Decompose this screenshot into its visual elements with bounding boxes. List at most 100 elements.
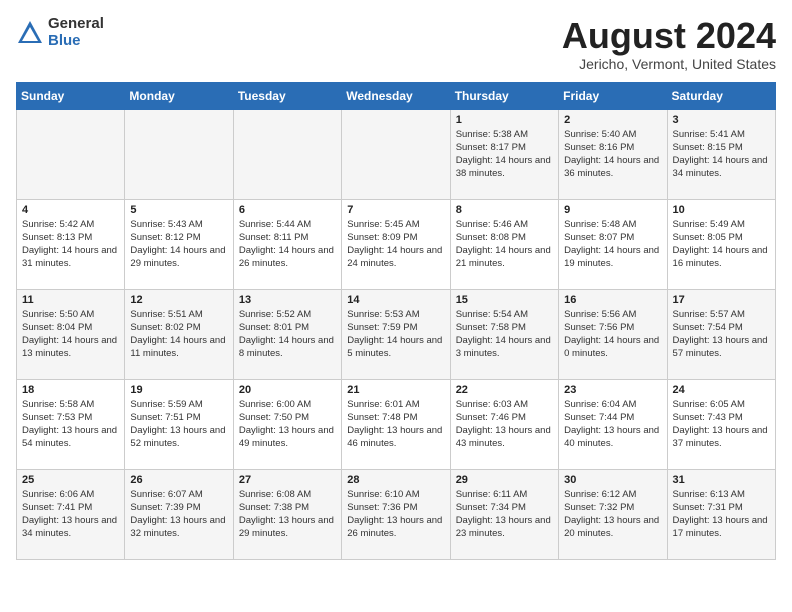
header-day-thursday: Thursday [450, 82, 558, 109]
day-number: 28 [347, 474, 444, 486]
calendar-header: SundayMondayTuesdayWednesdayThursdayFrid… [17, 82, 776, 109]
cell-content: Sunrise: 5:44 AM Sunset: 8:11 PM Dayligh… [239, 218, 336, 271]
cell-content: Sunrise: 5:43 AM Sunset: 8:12 PM Dayligh… [130, 218, 227, 271]
day-number: 7 [347, 204, 444, 216]
week-row-4: 18 Sunrise: 5:58 AM Sunset: 7:53 PM Dayli… [17, 379, 776, 469]
cell-content: Sunrise: 5:57 AM Sunset: 7:54 PM Dayligh… [673, 308, 770, 361]
calendar-cell: 20 Sunrise: 6:00 AM Sunset: 7:50 PM Dayli… [233, 379, 341, 469]
day-number: 8 [456, 204, 553, 216]
calendar-cell: 7 Sunrise: 5:45 AM Sunset: 8:09 PM Daylig… [342, 199, 450, 289]
day-number: 10 [673, 204, 770, 216]
day-number: 30 [564, 474, 661, 486]
cell-content: Sunrise: 5:49 AM Sunset: 8:05 PM Dayligh… [673, 218, 770, 271]
header-day-wednesday: Wednesday [342, 82, 450, 109]
calendar-cell [342, 109, 450, 199]
calendar-cell: 2 Sunrise: 5:40 AM Sunset: 8:16 PM Daylig… [559, 109, 667, 199]
day-number: 3 [673, 114, 770, 126]
cell-content: Sunrise: 6:01 AM Sunset: 7:48 PM Dayligh… [347, 398, 444, 451]
header-row: SundayMondayTuesdayWednesdayThursdayFrid… [17, 82, 776, 109]
calendar-cell: 13 Sunrise: 5:52 AM Sunset: 8:01 PM Dayli… [233, 289, 341, 379]
day-number: 1 [456, 114, 553, 126]
calendar-cell: 3Sunrise: 5:41 AM Sunset: 8:15 PM Daylig… [667, 109, 775, 199]
logo-icon [16, 19, 44, 47]
day-number: 2 [564, 114, 661, 126]
calendar-cell: 14Sunrise: 5:53 AM Sunset: 7:59 PM Dayli… [342, 289, 450, 379]
cell-content: Sunrise: 6:12 AM Sunset: 7:32 PM Dayligh… [564, 488, 661, 541]
cell-content: Sunrise: 5:54 AM Sunset: 7:58 PM Dayligh… [456, 308, 553, 361]
header-day-sunday: Sunday [17, 82, 125, 109]
title-area: August 2024 Jericho, Vermont, United Sta… [562, 16, 776, 72]
cell-content: Sunrise: 5:48 AM Sunset: 8:07 PM Dayligh… [564, 218, 661, 271]
day-number: 22 [456, 384, 553, 396]
week-row-5: 25 Sunrise: 6:06 AM Sunset: 7:41 PM Dayli… [17, 469, 776, 559]
calendar-cell: 22 Sunrise: 6:03 AM Sunset: 7:46 PM Dayli… [450, 379, 558, 469]
calendar-cell: 19 Sunrise: 5:59 AM Sunset: 7:51 PM Dayli… [125, 379, 233, 469]
calendar-cell [233, 109, 341, 199]
calendar-cell: 15 Sunrise: 5:54 AM Sunset: 7:58 PM Dayli… [450, 289, 558, 379]
header-day-friday: Friday [559, 82, 667, 109]
cell-content: Sunrise: 5:38 AM Sunset: 8:17 PM Dayligh… [456, 128, 553, 181]
day-number: 16 [564, 294, 661, 306]
calendar-cell: 1 Sunrise: 5:38 AM Sunset: 8:17 PM Daylig… [450, 109, 558, 199]
day-number: 27 [239, 474, 336, 486]
calendar-cell: 11 Sunrise: 5:50 AM Sunset: 8:04 PM Dayli… [17, 289, 125, 379]
day-number: 26 [130, 474, 227, 486]
calendar-cell: 24 Sunrise: 6:05 AM Sunset: 7:43 PM Dayli… [667, 379, 775, 469]
calendar-cell [17, 109, 125, 199]
calendar-cell: 21Sunrise: 6:01 AM Sunset: 7:48 PM Dayli… [342, 379, 450, 469]
cell-content: Sunrise: 6:03 AM Sunset: 7:46 PM Dayligh… [456, 398, 553, 451]
day-number: 5 [130, 204, 227, 216]
cell-content: Sunrise: 5:40 AM Sunset: 8:16 PM Dayligh… [564, 128, 661, 181]
calendar-cell: 28Sunrise: 6:10 AM Sunset: 7:36 PM Dayli… [342, 469, 450, 559]
cell-content: Sunrise: 6:04 AM Sunset: 7:44 PM Dayligh… [564, 398, 661, 451]
calendar-cell: 26Sunrise: 6:07 AM Sunset: 7:39 PM Dayli… [125, 469, 233, 559]
day-number: 4 [22, 204, 119, 216]
cell-content: Sunrise: 5:56 AM Sunset: 7:56 PM Dayligh… [564, 308, 661, 361]
cell-content: Sunrise: 5:58 AM Sunset: 7:53 PM Dayligh… [22, 398, 119, 451]
cell-content: Sunrise: 5:50 AM Sunset: 8:04 PM Dayligh… [22, 308, 119, 361]
day-number: 11 [22, 294, 119, 306]
day-number: 18 [22, 384, 119, 396]
calendar-cell: 16 Sunrise: 5:56 AM Sunset: 7:56 PM Dayli… [559, 289, 667, 379]
calendar-body: 1 Sunrise: 5:38 AM Sunset: 8:17 PM Daylig… [17, 109, 776, 559]
day-number: 23 [564, 384, 661, 396]
logo-general: General [48, 16, 104, 33]
cell-content: Sunrise: 5:45 AM Sunset: 8:09 PM Dayligh… [347, 218, 444, 271]
cell-content: Sunrise: 6:00 AM Sunset: 7:50 PM Dayligh… [239, 398, 336, 451]
cell-content: Sunrise: 6:13 AM Sunset: 7:31 PM Dayligh… [673, 488, 770, 541]
logo: General Blue [16, 16, 104, 49]
calendar-cell: 23 Sunrise: 6:04 AM Sunset: 7:44 PM Dayli… [559, 379, 667, 469]
logo-text: General Blue [48, 16, 104, 49]
day-number: 19 [130, 384, 227, 396]
day-number: 6 [239, 204, 336, 216]
header-day-tuesday: Tuesday [233, 82, 341, 109]
week-row-1: 1 Sunrise: 5:38 AM Sunset: 8:17 PM Daylig… [17, 109, 776, 199]
page-header: General Blue August 2024 Jericho, Vermon… [16, 16, 776, 72]
cell-content: Sunrise: 5:59 AM Sunset: 7:51 PM Dayligh… [130, 398, 227, 451]
calendar-cell: 8 Sunrise: 5:46 AM Sunset: 8:08 PM Daylig… [450, 199, 558, 289]
calendar-cell: 25 Sunrise: 6:06 AM Sunset: 7:41 PM Dayli… [17, 469, 125, 559]
calendar-cell: 5 Sunrise: 5:43 AM Sunset: 8:12 PM Daylig… [125, 199, 233, 289]
calendar-cell: 31Sunrise: 6:13 AM Sunset: 7:31 PM Dayli… [667, 469, 775, 559]
day-number: 24 [673, 384, 770, 396]
day-number: 13 [239, 294, 336, 306]
cell-content: Sunrise: 5:46 AM Sunset: 8:08 PM Dayligh… [456, 218, 553, 271]
calendar-cell: 12Sunrise: 5:51 AM Sunset: 8:02 PM Dayli… [125, 289, 233, 379]
cell-content: Sunrise: 6:06 AM Sunset: 7:41 PM Dayligh… [22, 488, 119, 541]
week-row-2: 4Sunrise: 5:42 AM Sunset: 8:13 PM Daylig… [17, 199, 776, 289]
calendar-cell [125, 109, 233, 199]
calendar-cell: 4Sunrise: 5:42 AM Sunset: 8:13 PM Daylig… [17, 199, 125, 289]
cell-content: Sunrise: 5:52 AM Sunset: 8:01 PM Dayligh… [239, 308, 336, 361]
calendar-cell: 9Sunrise: 5:48 AM Sunset: 8:07 PM Daylig… [559, 199, 667, 289]
calendar-cell: 17 Sunrise: 5:57 AM Sunset: 7:54 PM Dayli… [667, 289, 775, 379]
day-number: 15 [456, 294, 553, 306]
header-day-monday: Monday [125, 82, 233, 109]
day-number: 14 [347, 294, 444, 306]
cell-content: Sunrise: 6:05 AM Sunset: 7:43 PM Dayligh… [673, 398, 770, 451]
day-number: 20 [239, 384, 336, 396]
calendar-cell: 6 Sunrise: 5:44 AM Sunset: 8:11 PM Daylig… [233, 199, 341, 289]
logo-blue: Blue [48, 33, 104, 50]
day-number: 17 [673, 294, 770, 306]
calendar-table: SundayMondayTuesdayWednesdayThursdayFrid… [16, 82, 776, 560]
day-number: 25 [22, 474, 119, 486]
